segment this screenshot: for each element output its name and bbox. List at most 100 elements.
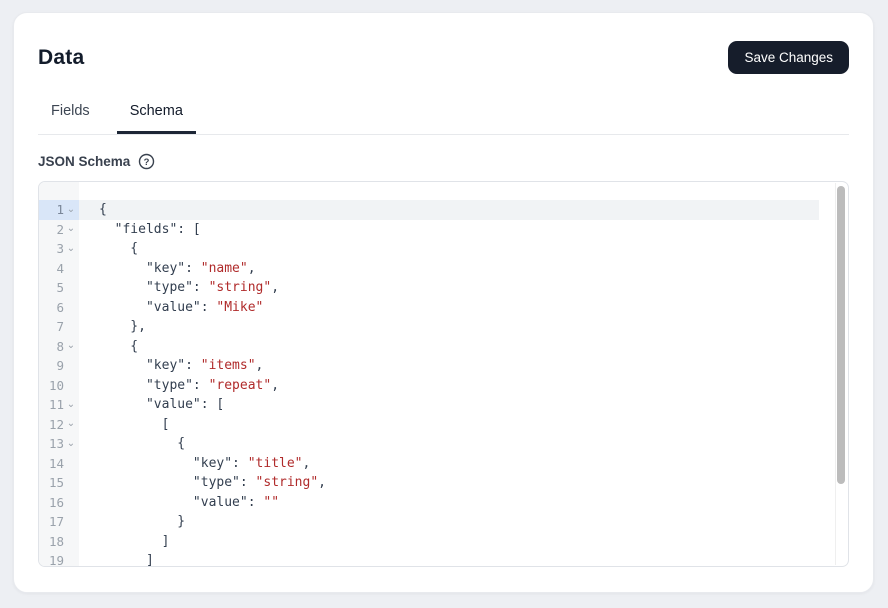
gutter-line: 10 — [39, 376, 79, 396]
string-token: "repeat" — [209, 378, 272, 393]
editor-scrollbar[interactable] — [835, 183, 847, 565]
code-token: , — [271, 280, 279, 295]
code-token: , — [271, 378, 279, 393]
json-editor[interactable]: 1⌄2⌄3⌄45678⌄91011⌄12⌄13⌄141516171819 { "… — [38, 181, 849, 567]
code-line[interactable]: "type": "string", — [79, 473, 819, 493]
fold-chevron-icon[interactable]: ⌄ — [64, 224, 78, 234]
code-line[interactable]: "key": "items", — [79, 356, 819, 376]
line-number: 10 — [39, 378, 64, 393]
code-token: , — [256, 358, 264, 373]
line-number: 7 — [39, 319, 64, 334]
editor-code[interactable]: { "fields": [ { "key": "name", "type": "… — [79, 182, 819, 566]
code-line[interactable]: { — [79, 337, 819, 357]
string-token: "string" — [256, 475, 319, 490]
string-token: "name" — [201, 261, 248, 276]
gutter-line: 13⌄ — [39, 434, 79, 454]
line-number: 9 — [39, 358, 64, 373]
code-line[interactable]: "key": "title", — [79, 454, 819, 474]
code-line[interactable]: "value": [ — [79, 395, 819, 415]
line-number: 2 — [39, 222, 64, 237]
code-token: "key": — [99, 456, 248, 471]
tab-schema[interactable]: Schema — [117, 103, 196, 134]
code-token: "value": — [99, 495, 263, 510]
gutter-line: 9 — [39, 356, 79, 376]
line-number: 19 — [39, 553, 64, 566]
string-token: "Mike" — [216, 300, 263, 315]
fold-chevron-icon[interactable]: ⌄ — [64, 244, 78, 254]
gutter-line: 5 — [39, 278, 79, 298]
fold-chevron-icon[interactable]: ⌄ — [64, 341, 78, 351]
gutter-line: 12⌄ — [39, 415, 79, 435]
code-token: "value": — [99, 300, 216, 315]
line-number: 5 — [39, 280, 64, 295]
gutter-line: 7 — [39, 317, 79, 337]
code-line[interactable]: "value": "" — [79, 493, 819, 513]
code-line[interactable]: [ — [79, 415, 819, 435]
code-token: "fields": [ — [99, 222, 201, 237]
panel-header: Data Save Changes — [14, 13, 873, 74]
code-line[interactable]: "type": "string", — [79, 278, 819, 298]
fold-chevron-icon[interactable]: ⌄ — [64, 400, 78, 410]
code-token: "type": — [99, 475, 256, 490]
editor-gutter: 1⌄2⌄3⌄45678⌄91011⌄12⌄13⌄141516171819 — [39, 182, 79, 566]
code-line[interactable]: "key": "name", — [79, 259, 819, 279]
code-line[interactable]: "value": "Mike" — [79, 298, 819, 318]
gutter-line: 1⌄ — [39, 200, 79, 220]
gutter-line: 8⌄ — [39, 337, 79, 357]
line-number: 13 — [39, 436, 64, 451]
code-line[interactable]: "fields": [ — [79, 220, 819, 240]
gutter-line: 11⌄ — [39, 395, 79, 415]
question-mark-circle-icon[interactable]: ? — [138, 153, 155, 170]
gutter-line: 19 — [39, 551, 79, 566]
code-token: , — [318, 475, 326, 490]
code-token: ] — [99, 553, 154, 566]
editor-scrollbar-thumb[interactable] — [837, 186, 845, 484]
fold-chevron-icon[interactable]: ⌄ — [64, 439, 78, 449]
line-number: 17 — [39, 514, 64, 529]
line-number: 15 — [39, 475, 64, 490]
code-line[interactable]: ] — [79, 551, 819, 566]
page-title: Data — [38, 46, 84, 70]
line-number: 12 — [39, 417, 64, 432]
code-token: "key": — [99, 261, 201, 276]
string-token: "items" — [201, 358, 256, 373]
line-number: 16 — [39, 495, 64, 510]
code-token: "key": — [99, 358, 201, 373]
code-line[interactable]: { — [79, 434, 819, 454]
string-token: "title" — [248, 456, 303, 471]
line-number: 6 — [39, 300, 64, 315]
code-token: , — [248, 261, 256, 276]
code-token: { — [99, 241, 138, 256]
tab-fields[interactable]: Fields — [38, 103, 103, 134]
code-token: { — [99, 436, 185, 451]
code-token: { — [99, 339, 138, 354]
gutter-line: 17 — [39, 512, 79, 532]
string-token: "" — [263, 495, 279, 510]
gutter-line: 14 — [39, 454, 79, 474]
line-number: 1 — [39, 202, 64, 217]
svg-text:?: ? — [144, 157, 150, 168]
string-token: "string" — [209, 280, 272, 295]
code-line[interactable]: } — [79, 512, 819, 532]
code-line[interactable]: }, — [79, 317, 819, 337]
code-line[interactable]: ] — [79, 532, 819, 552]
fold-chevron-icon[interactable]: ⌄ — [64, 205, 78, 215]
code-token: ] — [99, 534, 169, 549]
line-number: 3 — [39, 241, 64, 256]
fold-chevron-icon[interactable]: ⌄ — [64, 419, 78, 429]
gutter-line: 2⌄ — [39, 220, 79, 240]
code-line[interactable]: { — [79, 200, 819, 220]
save-changes-button[interactable]: Save Changes — [728, 41, 849, 74]
code-line[interactable]: { — [79, 239, 819, 259]
line-number: 18 — [39, 534, 64, 549]
gutter-line: 6 — [39, 298, 79, 318]
code-line[interactable]: "type": "repeat", — [79, 376, 819, 396]
code-token: [ — [99, 417, 169, 432]
line-number: 14 — [39, 456, 64, 471]
code-token: "value": [ — [99, 397, 224, 412]
line-number: 8 — [39, 339, 64, 354]
tab-bar: Fields Schema — [38, 103, 849, 135]
gutter-line: 15 — [39, 473, 79, 493]
json-schema-label-row: JSON Schema ? — [38, 153, 849, 170]
line-number: 4 — [39, 261, 64, 276]
